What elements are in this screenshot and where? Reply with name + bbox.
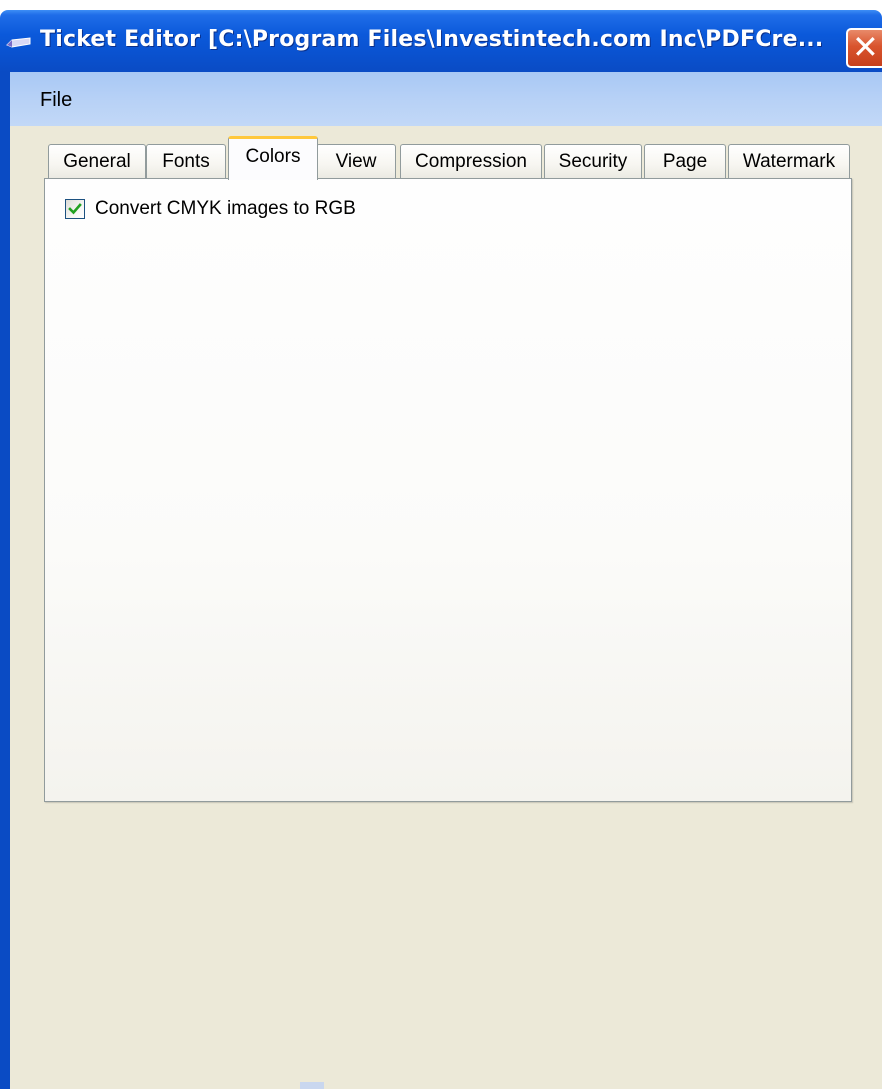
tab-watermark[interactable]: Watermark [728,144,850,178]
window-title: Ticket Editor [C:\Program Files\Investin… [40,27,824,52]
close-icon: ✕ [852,28,879,66]
ticket-editor-window: Ticket Editor [C:\Program Files\Investin… [0,0,882,1089]
tab-label: Compression [415,151,527,172]
close-button[interactable]: ✕ [846,28,882,68]
title-bar[interactable]: Ticket Editor [C:\Program Files\Investin… [0,10,882,72]
menu-bar: File [10,72,882,126]
tab-security[interactable]: Security [544,144,642,178]
scroll-grip [300,1082,324,1089]
tab-label: View [335,151,377,172]
colors-tab-panel: Convert CMYK images to RGB [44,178,852,802]
menu-file[interactable]: File [40,89,72,112]
window-frame-left [0,72,10,1089]
tab-label: Security [558,151,628,172]
client-area: General Fonts Colors View Compression Se… [10,126,882,1089]
tab-label: Colors [245,146,301,167]
tab-page[interactable]: Page [644,144,726,178]
tab-compression[interactable]: Compression [400,144,542,178]
tab-colors[interactable]: Colors [228,136,318,180]
tab-label: Watermark [742,151,836,172]
app-pen-icon [6,37,31,48]
tab-general[interactable]: General [48,144,146,178]
tab-view[interactable]: View [316,144,396,178]
tab-label: General [63,151,131,172]
tab-label: Page [662,151,708,172]
convert-cmyk-checkbox[interactable] [65,199,85,219]
tab-fonts[interactable]: Fonts [146,144,226,178]
check-mark-icon [68,203,82,215]
tab-label: Fonts [162,151,210,172]
convert-cmyk-label: Convert CMYK images to RGB [95,198,356,219]
